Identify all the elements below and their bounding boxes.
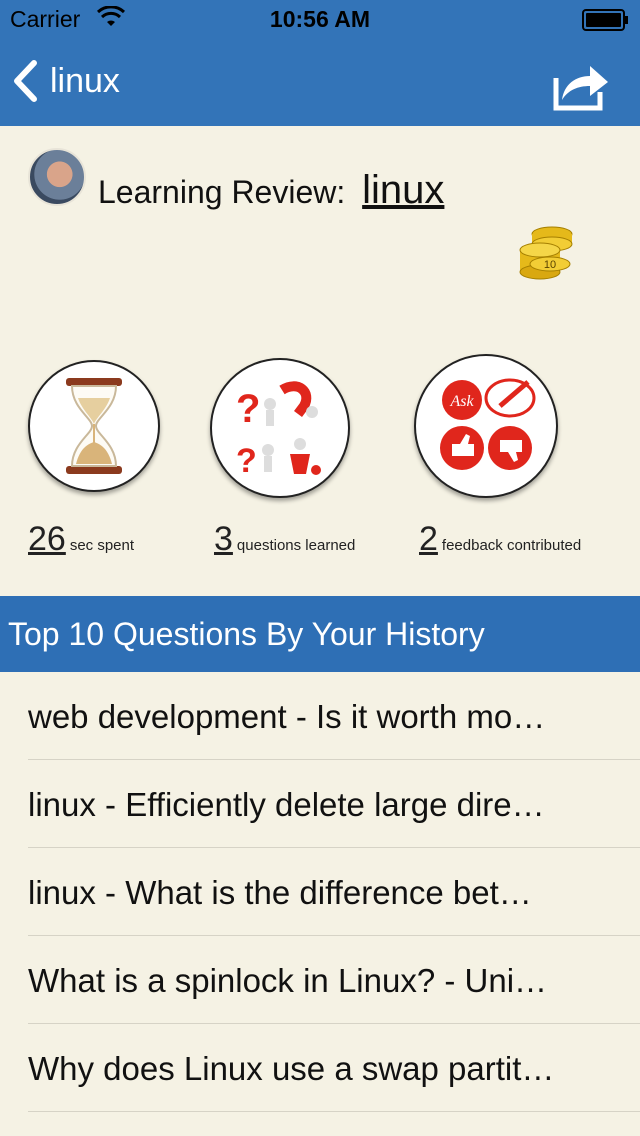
- stat-feedback-unit: feedback contributed: [441, 537, 582, 554]
- coins-icon: 10: [512, 224, 580, 284]
- stat-questions-learned: 3 questions learned: [214, 520, 355, 559]
- svg-text:?: ?: [236, 387, 260, 431]
- stat-time-spent: 26 sec spent: [28, 520, 134, 559]
- status-time: 10:56 AM: [269, 6, 371, 32]
- question-text: What is a spinlock in Linux? - Uni…: [28, 962, 548, 999]
- svg-text:?: ?: [236, 442, 257, 480]
- questions-icon: ? ?: [236, 381, 321, 480]
- question-list: web development - Is it worth mo… linux …: [0, 672, 640, 1112]
- review-header: Learning Review: linux 10 ? ? Ask 26 sec…: [0, 126, 640, 596]
- questions-badge: ? ?: [210, 358, 350, 498]
- feedback-icon: Ask: [440, 378, 536, 470]
- list-item[interactable]: What is a spinlock in Linux? - Uni…: [0, 936, 640, 1024]
- review-title-prefix: Learning Review:: [98, 174, 346, 210]
- stat-questions-unit: questions learned: [236, 537, 356, 554]
- section-header: Top 10 Questions By Your History: [0, 596, 640, 672]
- question-text: linux - What is the difference bet…: [28, 874, 532, 911]
- top-bar: Carrier 10:56 AM linux: [0, 0, 640, 126]
- battery-icon: [582, 9, 628, 31]
- coins-count: 10: [544, 259, 556, 271]
- chevron-left-icon: [14, 60, 37, 102]
- hourglass-icon: [66, 378, 122, 474]
- stat-questions-value: 3: [214, 520, 233, 558]
- section-title: Top 10 Questions By Your History: [8, 616, 485, 652]
- question-text: linux - Efficiently delete large dire…: [28, 786, 545, 823]
- list-item[interactable]: linux - What is the difference bet…: [0, 848, 640, 936]
- time-spent-badge: [28, 360, 160, 492]
- avatar: [28, 148, 86, 206]
- review-title: Learning Review: linux: [98, 168, 444, 213]
- question-text: Why does Linux use a swap partit…: [28, 1050, 555, 1087]
- share-button[interactable]: [550, 60, 610, 112]
- stat-time-value: 26: [28, 520, 66, 558]
- review-topic-link[interactable]: linux: [362, 168, 444, 212]
- stat-time-unit: sec spent: [69, 537, 135, 554]
- list-item[interactable]: web development - Is it worth mo…: [0, 672, 640, 760]
- nav-bar: linux: [0, 40, 640, 126]
- stat-feedback-value: 2: [419, 520, 438, 558]
- back-button[interactable]: linux: [12, 60, 120, 102]
- stat-feedback-contributed: 2 feedback contributed: [419, 520, 581, 559]
- share-icon: [553, 66, 608, 111]
- feedback-badge: Ask: [414, 354, 558, 498]
- svg-text:Ask: Ask: [449, 393, 474, 410]
- back-label: linux: [50, 61, 120, 100]
- list-item[interactable]: linux - Efficiently delete large dire…: [0, 760, 640, 848]
- list-item[interactable]: Why does Linux use a swap partit…: [0, 1024, 640, 1112]
- divider: [28, 1111, 640, 1112]
- status-bar: Carrier 10:56 AM: [0, 0, 640, 40]
- question-text: web development - Is it worth mo…: [28, 698, 546, 735]
